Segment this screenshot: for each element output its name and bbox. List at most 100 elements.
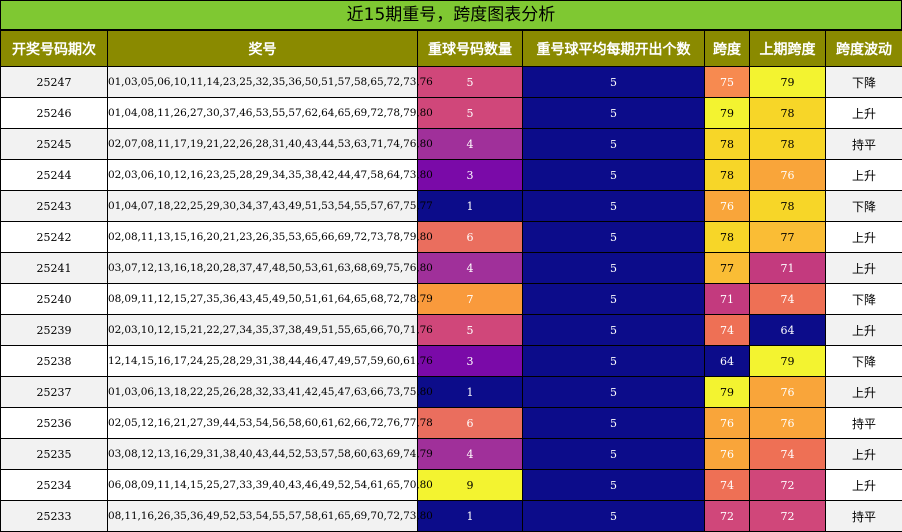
table-row: 2523406,08,09,11,14,15,25,27,33,39,40,43… [1,470,902,501]
span-cell: 78 [705,222,750,253]
span-cell: 77 [705,253,750,284]
prev-span-cell: 74 [750,284,826,315]
header-prev-span: 上期跨度 [750,31,826,67]
issue-cell: 25234 [1,470,108,501]
avg-repeat-cell: 5 [523,129,705,160]
header-repeat-count: 重球号码数量 [418,31,523,67]
table-row: 2523503,08,12,13,16,29,31,38,40,43,44,52… [1,439,902,470]
prev-span-cell: 79 [750,67,826,98]
span-trend-cell: 下降 [826,346,902,377]
numbers-cell: 08,11,16,26,35,36,49,52,53,54,55,57,58,6… [108,501,418,532]
issue-cell: 25239 [1,315,108,346]
prev-span-cell: 76 [750,408,826,439]
repeat-count-cell: 1 [418,377,523,408]
issue-cell: 25244 [1,160,108,191]
repeat-count-cell: 6 [418,408,523,439]
numbers-cell: 01,04,07,18,22,25,29,30,34,37,43,49,51,5… [108,191,418,222]
span-cell: 76 [705,439,750,470]
span-trend-cell: 下降 [826,284,902,315]
numbers-cell: 12,14,15,16,17,24,25,28,29,31,38,44,46,4… [108,346,418,377]
span-trend-cell: 上升 [826,377,902,408]
repeat-count-cell: 1 [418,191,523,222]
header-span-trend: 跨度波动 [826,31,902,67]
avg-repeat-cell: 5 [523,98,705,129]
numbers-cell: 02,08,11,13,15,16,20,21,23,26,35,53,65,6… [108,222,418,253]
table-title: 近15期重号，跨度图表分析 [0,0,902,30]
avg-repeat-cell: 5 [523,191,705,222]
prev-span-cell: 74 [750,439,826,470]
span-cell: 76 [705,408,750,439]
table-row: 2524601,04,08,11,26,27,30,37,46,53,55,57… [1,98,902,129]
issue-cell: 25238 [1,346,108,377]
repeat-count-cell: 4 [418,253,523,284]
prev-span-cell: 76 [750,160,826,191]
span-trend-cell: 持平 [826,501,902,532]
span-trend-cell: 上升 [826,253,902,284]
numbers-cell: 06,08,09,11,14,15,25,27,33,39,40,43,46,4… [108,470,418,501]
numbers-cell: 02,03,10,12,15,21,22,27,34,35,37,38,49,5… [108,315,418,346]
prev-span-cell: 72 [750,501,826,532]
repeat-count-cell: 9 [418,470,523,501]
table-row: 2523701,03,06,13,18,22,25,26,28,32,33,41… [1,377,902,408]
header-numbers: 奖号 [108,31,418,67]
avg-repeat-cell: 5 [523,439,705,470]
issue-cell: 25236 [1,408,108,439]
span-trend-cell: 上升 [826,160,902,191]
span-cell: 76 [705,191,750,222]
span-cell: 71 [705,284,750,315]
avg-repeat-cell: 5 [523,222,705,253]
span-cell: 74 [705,315,750,346]
numbers-cell: 02,03,06,10,12,16,23,25,28,29,34,35,38,4… [108,160,418,191]
span-cell: 79 [705,377,750,408]
span-trend-cell: 持平 [826,408,902,439]
table-row: 2524502,07,08,11,17,19,21,22,26,28,31,40… [1,129,902,160]
issue-cell: 25243 [1,191,108,222]
avg-repeat-cell: 5 [523,377,705,408]
table-row: 2524701,03,05,06,10,11,14,23,25,32,35,36… [1,67,902,98]
span-cell: 72 [705,501,750,532]
avg-repeat-cell: 5 [523,284,705,315]
repeat-count-cell: 3 [418,160,523,191]
avg-repeat-cell: 5 [523,408,705,439]
repeat-count-cell: 4 [418,129,523,160]
repeat-count-cell: 1 [418,501,523,532]
prev-span-cell: 78 [750,129,826,160]
span-trend-cell: 上升 [826,439,902,470]
issue-cell: 25241 [1,253,108,284]
span-cell: 74 [705,470,750,501]
prev-span-cell: 79 [750,346,826,377]
repeat-count-cell: 7 [418,284,523,315]
prev-span-cell: 72 [750,470,826,501]
prev-span-cell: 77 [750,222,826,253]
table-row: 2524202,08,11,13,15,16,20,21,23,26,35,53… [1,222,902,253]
issue-cell: 25246 [1,98,108,129]
avg-repeat-cell: 5 [523,253,705,284]
header-row: 开奖号码期次 奖号 重球号码数量 重号球平均每期开出个数 跨度 上期跨度 跨度波… [1,31,902,67]
table-row: 2524301,04,07,18,22,25,29,30,34,37,43,49… [1,191,902,222]
header-avg-repeat: 重号球平均每期开出个数 [523,31,705,67]
span-cell: 79 [705,98,750,129]
numbers-cell: 03,07,12,13,16,18,20,28,37,47,48,50,53,6… [108,253,418,284]
avg-repeat-cell: 5 [523,67,705,98]
prev-span-cell: 78 [750,191,826,222]
repeat-count-cell: 5 [418,315,523,346]
prev-span-cell: 78 [750,98,826,129]
numbers-cell: 01,03,05,06,10,11,14,23,25,32,35,36,50,5… [108,67,418,98]
repeat-count-cell: 5 [418,67,523,98]
issue-cell: 25240 [1,284,108,315]
numbers-cell: 08,09,11,12,15,27,35,36,43,45,49,50,51,6… [108,284,418,315]
numbers-cell: 01,04,08,11,26,27,30,37,46,53,55,57,62,6… [108,98,418,129]
span-trend-cell: 上升 [826,470,902,501]
issue-cell: 25233 [1,501,108,532]
span-trend-cell: 上升 [826,98,902,129]
table-row: 2523602,05,12,16,21,27,39,44,53,54,56,58… [1,408,902,439]
span-trend-cell: 持平 [826,129,902,160]
numbers-cell: 02,05,12,16,21,27,39,44,53,54,56,58,60,6… [108,408,418,439]
numbers-cell: 02,07,08,11,17,19,21,22,26,28,31,40,43,4… [108,129,418,160]
repeat-count-cell: 3 [418,346,523,377]
issue-cell: 25237 [1,377,108,408]
table-row: 2524008,09,11,12,15,27,35,36,43,45,49,50… [1,284,902,315]
span-cell: 78 [705,160,750,191]
prev-span-cell: 76 [750,377,826,408]
span-analysis-table: 开奖号码期次 奖号 重球号码数量 重号球平均每期开出个数 跨度 上期跨度 跨度波… [0,30,902,532]
